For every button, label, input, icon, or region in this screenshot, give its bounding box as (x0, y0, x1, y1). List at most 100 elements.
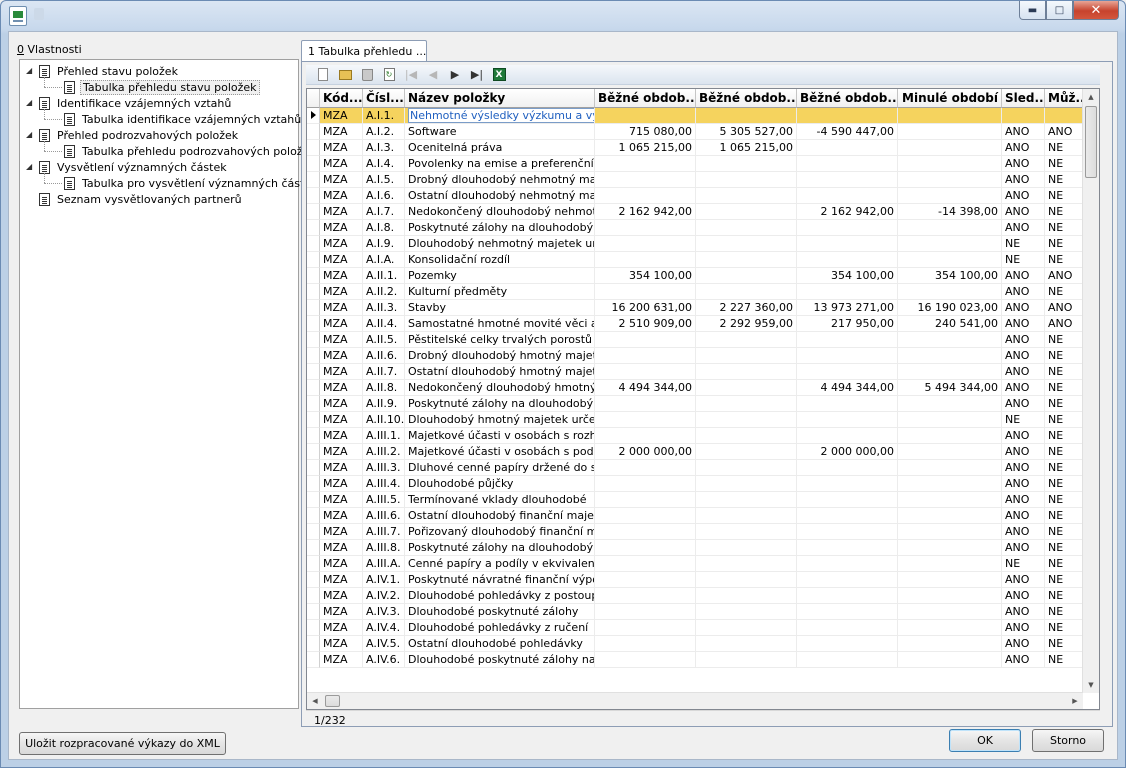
grid-cell[interactable]: NE (1045, 636, 1087, 652)
grid-cell[interactable]: ANO (1002, 156, 1045, 172)
table-row[interactable]: MZA A.I.9. Dlouhodobý nehmotný majetek urč… (307, 236, 1087, 252)
column-header[interactable]: Sled... (1002, 89, 1045, 108)
grid-cell[interactable] (595, 252, 696, 268)
grid-cell[interactable]: 5 305 527,00 (696, 124, 797, 140)
table-row[interactable]: MZA A.I.6. Ostatní dlouhodobý nehmotný maj… (307, 188, 1087, 204)
grid-cell[interactable] (696, 284, 797, 300)
ok-button[interactable]: OK (949, 729, 1021, 752)
grid-cell[interactable]: NE (1045, 524, 1087, 540)
grid-cell[interactable] (696, 540, 797, 556)
grid-cell[interactable] (696, 332, 797, 348)
grid-cell[interactable] (898, 540, 1002, 556)
grid-cell[interactable] (696, 172, 797, 188)
grid-cell[interactable]: NE (1002, 412, 1045, 428)
tree-item[interactable]: Tabulka přehledu podrozvahových položek (64, 143, 318, 159)
grid-cell[interactable] (898, 396, 1002, 412)
grid-cell[interactable]: ANO (1002, 476, 1045, 492)
grid-cell[interactable]: Cenné papíry a podíly v ekvivalenci (405, 556, 595, 572)
grid-cell[interactable]: Nehmotné výsledky výzkumu a vývoje (405, 108, 595, 124)
grid-cell[interactable] (696, 252, 797, 268)
row-indicator[interactable] (307, 652, 320, 668)
grid-cell[interactable]: A.II.8. (363, 380, 405, 396)
grid-cell[interactable]: A.I.9. (363, 236, 405, 252)
grid-cell[interactable]: Ostatní dlouhodobý finanční majetek (405, 508, 595, 524)
grid-cell[interactable]: Poskytnuté návratné finanční výpomoci dl… (405, 572, 595, 588)
grid-cell[interactable]: MZA (320, 444, 363, 460)
grid-cell[interactable] (696, 508, 797, 524)
table-row[interactable]: MZA A.III.1. Majetkové účasti v osobách s … (307, 428, 1087, 444)
grid-cell[interactable] (595, 396, 696, 412)
grid-cell[interactable] (797, 188, 898, 204)
open-icon[interactable] (334, 66, 356, 84)
refresh-icon[interactable]: ↻ (378, 66, 400, 84)
grid-cell[interactable] (696, 620, 797, 636)
grid-cell[interactable]: NE (1045, 508, 1087, 524)
grid-cell[interactable] (797, 508, 898, 524)
grid-cell[interactable] (797, 524, 898, 540)
grid-cell[interactable]: ANO (1002, 204, 1045, 220)
row-indicator[interactable] (307, 492, 320, 508)
grid-cell[interactable] (797, 332, 898, 348)
grid-cell[interactable]: A.II.1. (363, 268, 405, 284)
grid-cell[interactable]: MZA (320, 316, 363, 332)
grid-cell[interactable]: NE (1045, 348, 1087, 364)
table-row[interactable]: MZA A.II.4. Samostatné hmotné movité věci … (307, 316, 1087, 332)
grid-cell[interactable] (797, 252, 898, 268)
grid-cell[interactable] (595, 588, 696, 604)
table-row[interactable]: MZA A.I.3. Ocenitelná práva 1 065 215,00 1 0… (307, 140, 1087, 156)
grid-cell[interactable] (797, 348, 898, 364)
grid-cell[interactable]: A.III.3. (363, 460, 405, 476)
table-row[interactable]: MZA A.IV.2. Dlouhodobé pohledávky z postou… (307, 588, 1087, 604)
grid-cell[interactable]: Pozemky (405, 268, 595, 284)
grid-cell[interactable]: 1 065 215,00 (595, 140, 696, 156)
row-indicator[interactable] (307, 252, 320, 268)
grid-cell[interactable]: ANO (1002, 332, 1045, 348)
grid-cell[interactable] (595, 412, 696, 428)
grid-cell[interactable]: NE (1045, 220, 1087, 236)
table-row[interactable]: MZA A.I.8. Poskytnuté zálohy na dlouhodobý… (307, 220, 1087, 236)
grid-cell[interactable] (696, 444, 797, 460)
row-indicator[interactable] (307, 524, 320, 540)
grid-cell[interactable] (797, 220, 898, 236)
table-row[interactable]: MZA A.III.4. Dlouhodobé půjčky ANO NE (307, 476, 1087, 492)
grid-cell[interactable] (898, 444, 1002, 460)
grid-cell[interactable]: ANO (1002, 652, 1045, 668)
save-xml-button[interactable]: Uložit rozpracované výkazy do XML (19, 732, 226, 755)
grid-cell[interactable]: MZA (320, 204, 363, 220)
grid-cell[interactable] (898, 284, 1002, 300)
grid-cell[interactable]: 2 227 360,00 (696, 300, 797, 316)
grid-cell[interactable] (696, 236, 797, 252)
grid-cell[interactable]: MZA (320, 524, 363, 540)
grid-cell[interactable]: Majetkové účasti v osobách s podstatným … (405, 444, 595, 460)
table-row[interactable]: MZA A.II.6. Drobný dlouhodobý hmotný majet… (307, 348, 1087, 364)
grid-cell[interactable]: A.I.1. (363, 108, 405, 124)
grid-cell[interactable] (696, 492, 797, 508)
grid-cell[interactable]: NE (1045, 332, 1087, 348)
grid-cell[interactable] (1002, 108, 1045, 124)
grid-cell[interactable]: MZA (320, 108, 363, 124)
grid-cell[interactable]: ANO (1002, 380, 1045, 396)
grid-cell[interactable]: ANO (1045, 300, 1087, 316)
grid-cell[interactable]: Poskytnuté zálohy na dlouhodobý nehmotný… (405, 220, 595, 236)
grid-cell[interactable]: 240 541,00 (898, 316, 1002, 332)
grid-cell[interactable]: NE (1045, 604, 1087, 620)
grid-cell[interactable]: Drobný dlouhodobý nehmotný majetek (405, 172, 595, 188)
grid-cell[interactable]: MZA (320, 284, 363, 300)
grid-cell[interactable]: A.IV.1. (363, 572, 405, 588)
grid-cell[interactable]: A.II.3. (363, 300, 405, 316)
grid-cell[interactable]: 16 190 023,00 (898, 300, 1002, 316)
grid-cell[interactable] (898, 476, 1002, 492)
grid-cell[interactable]: ANO (1002, 588, 1045, 604)
row-indicator[interactable] (307, 620, 320, 636)
grid-cell[interactable] (797, 620, 898, 636)
grid-cell[interactable] (595, 604, 696, 620)
grid-cell[interactable] (696, 188, 797, 204)
grid-cell[interactable]: ANO (1045, 316, 1087, 332)
tree-item[interactable]: Tabulka identifikace vzájemných vztahů (64, 111, 303, 127)
grid-cell[interactable] (898, 252, 1002, 268)
grid-cell[interactable] (595, 348, 696, 364)
grid-cell[interactable]: A.IV.3. (363, 604, 405, 620)
grid-cell[interactable]: 715 080,00 (595, 124, 696, 140)
grid-cell[interactable]: 2 162 942,00 (797, 204, 898, 220)
minimize-button[interactable]: ▬ (1019, 1, 1046, 20)
